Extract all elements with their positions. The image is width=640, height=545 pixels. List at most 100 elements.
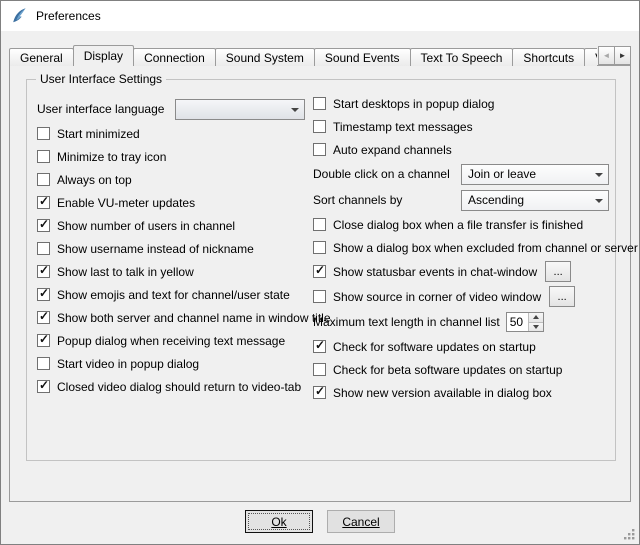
checkbox-label: Auto expand channels — [333, 143, 452, 157]
checkbox-label: Show username instead of nickname — [57, 242, 254, 256]
checkbox[interactable] — [313, 363, 326, 376]
sort-channels-value: Ascending — [468, 193, 524, 207]
max-text-length-stepper[interactable]: 50 — [506, 312, 544, 332]
checkbox[interactable] — [37, 288, 50, 301]
checkbox-start-minimized[interactable]: Start minimized — [37, 122, 305, 145]
checkbox-timestamp-messages[interactable]: Timestamp text messages — [313, 115, 609, 138]
checkbox-label: Start desktops in popup dialog — [333, 97, 494, 111]
chevron-down-icon — [595, 173, 603, 177]
checkbox[interactable] — [313, 120, 326, 133]
cancel-button[interactable]: Cancel — [327, 510, 395, 533]
checkbox-closed-video-return[interactable]: Closed video dialog should return to vid… — [37, 375, 305, 398]
checkbox-enable-vu-meter[interactable]: Enable VU-meter updates — [37, 191, 305, 214]
tab-display[interactable]: Display — [73, 45, 134, 66]
checkbox-show-emojis-text[interactable]: Show emojis and text for channel/user st… — [37, 283, 305, 306]
checkbox[interactable] — [37, 380, 50, 393]
group-title: User Interface Settings — [36, 72, 166, 86]
checkbox-show-new-version[interactable]: Show new version available in dialog box — [313, 381, 609, 404]
sort-channels-select[interactable]: Ascending — [461, 190, 609, 211]
right-column: Start desktops in popup dialog Timestamp… — [313, 92, 609, 404]
checkbox[interactable] — [37, 265, 50, 278]
checkbox-start-video-popup[interactable]: Start video in popup dialog — [37, 352, 305, 375]
checkbox[interactable] — [37, 150, 50, 163]
tab-label: General — [20, 51, 63, 65]
spinner-buttons — [528, 313, 543, 331]
chevron-down-icon — [595, 199, 603, 203]
chevron-down-icon — [291, 108, 299, 112]
display-tab-page: User Interface Settings User interface l… — [9, 65, 631, 502]
tab-video[interactable]: Video — [584, 48, 597, 66]
checkbox[interactable] — [37, 334, 50, 347]
tab-label: Sound Events — [325, 51, 400, 65]
checkbox-check-updates[interactable]: Check for software updates on startup — [313, 335, 609, 358]
ok-button[interactable]: Ok — [245, 510, 313, 533]
checkbox[interactable] — [313, 340, 326, 353]
checkbox[interactable] — [313, 218, 326, 231]
checkbox-popup-dialog-text-message[interactable]: Popup dialog when receiving text message — [37, 329, 305, 352]
tab-label: Text To Speech — [421, 51, 503, 65]
checkbox[interactable] — [37, 311, 50, 324]
checkbox[interactable] — [37, 357, 50, 370]
tab-scroll-right-icon[interactable]: ► — [614, 46, 631, 65]
checkbox-label: Timestamp text messages — [333, 120, 473, 134]
checkbox-label: Closed video dialog should return to vid… — [57, 380, 301, 394]
tab-label: Shortcuts — [523, 51, 574, 65]
tab-sound-events[interactable]: Sound Events — [314, 48, 411, 66]
checkbox[interactable] — [313, 386, 326, 399]
checkbox-auto-expand-channels[interactable]: Auto expand channels — [313, 138, 609, 161]
double-click-select[interactable]: Join or leave — [461, 164, 609, 185]
user-interface-settings-group: User Interface Settings User interface l… — [26, 79, 616, 461]
tab-scroll-control: ◄ ► — [598, 46, 631, 65]
checkbox-label: Start minimized — [57, 127, 140, 141]
spin-up-button[interactable] — [529, 313, 543, 323]
checkbox[interactable] — [37, 196, 50, 209]
statusbar-events-row: Show statusbar events in chat-window ... — [313, 259, 609, 284]
tab-sound-system[interactable]: Sound System — [215, 48, 315, 66]
window-title: Preferences — [36, 9, 101, 23]
checkbox-show-server-channel-title[interactable]: Show both server and channel name in win… — [37, 306, 305, 329]
tab-label: Display — [84, 49, 123, 63]
checkbox[interactable] — [37, 242, 50, 255]
checkbox-show-number-of-users[interactable]: Show number of users in channel — [37, 214, 305, 237]
checkbox-minimize-to-tray[interactable]: Minimize to tray icon — [37, 145, 305, 168]
checkbox-show-username-instead[interactable]: Show username instead of nickname — [37, 237, 305, 260]
cancel-button-label: Cancel — [342, 515, 379, 529]
statusbar-events-more-button[interactable]: ... — [545, 261, 571, 282]
tab-connection[interactable]: Connection — [133, 48, 216, 66]
video-source-more-button[interactable]: ... — [549, 286, 575, 307]
checkbox-always-on-top[interactable]: Always on top — [37, 168, 305, 191]
language-select[interactable] — [175, 99, 305, 120]
ok-button-label: Ok — [271, 515, 286, 529]
checkbox-label: Show emojis and text for channel/user st… — [57, 288, 290, 302]
titlebar[interactable]: Preferences — [1, 1, 639, 31]
double-click-value: Join or leave — [468, 167, 536, 181]
resize-grip[interactable] — [623, 528, 636, 541]
checkbox-label: Show source in corner of video window — [333, 290, 541, 304]
tab-text-to-speech[interactable]: Text To Speech — [410, 48, 514, 66]
checkbox-show-dialog-excluded[interactable]: Show a dialog box when excluded from cha… — [313, 236, 609, 259]
tab-general[interactable]: General — [9, 48, 74, 66]
checkbox-show-last-to-talk[interactable]: Show last to talk in yellow — [37, 260, 305, 283]
checkbox-start-desktops-popup[interactable]: Start desktops in popup dialog — [313, 92, 609, 115]
checkbox[interactable] — [37, 173, 50, 186]
checkbox[interactable] — [313, 97, 326, 110]
checkbox-check-beta-updates[interactable]: Check for beta software updates on start… — [313, 358, 609, 381]
checkbox-label: Popup dialog when receiving text message — [57, 334, 285, 348]
checkbox-label: Show new version available in dialog box — [333, 386, 552, 400]
checkbox[interactable] — [313, 265, 326, 278]
checkbox[interactable] — [313, 290, 326, 303]
checkbox-close-dialog-file-transfer[interactable]: Close dialog box when a file transfer is… — [313, 213, 609, 236]
app-icon — [10, 7, 28, 25]
max-text-length-value[interactable]: 50 — [507, 313, 528, 331]
arrow-down-icon — [533, 325, 539, 329]
tab-label: Connection — [144, 51, 205, 65]
spin-down-button[interactable] — [529, 323, 543, 332]
checkbox-label: Minimize to tray icon — [57, 150, 166, 164]
checkbox[interactable] — [313, 241, 326, 254]
tab-scroll-left-icon[interactable]: ◄ — [598, 46, 615, 65]
checkbox[interactable] — [37, 219, 50, 232]
checkbox[interactable] — [313, 143, 326, 156]
tab-list: General Display Connection Sound System … — [9, 45, 597, 66]
checkbox[interactable] — [37, 127, 50, 140]
tab-shortcuts[interactable]: Shortcuts — [512, 48, 585, 66]
